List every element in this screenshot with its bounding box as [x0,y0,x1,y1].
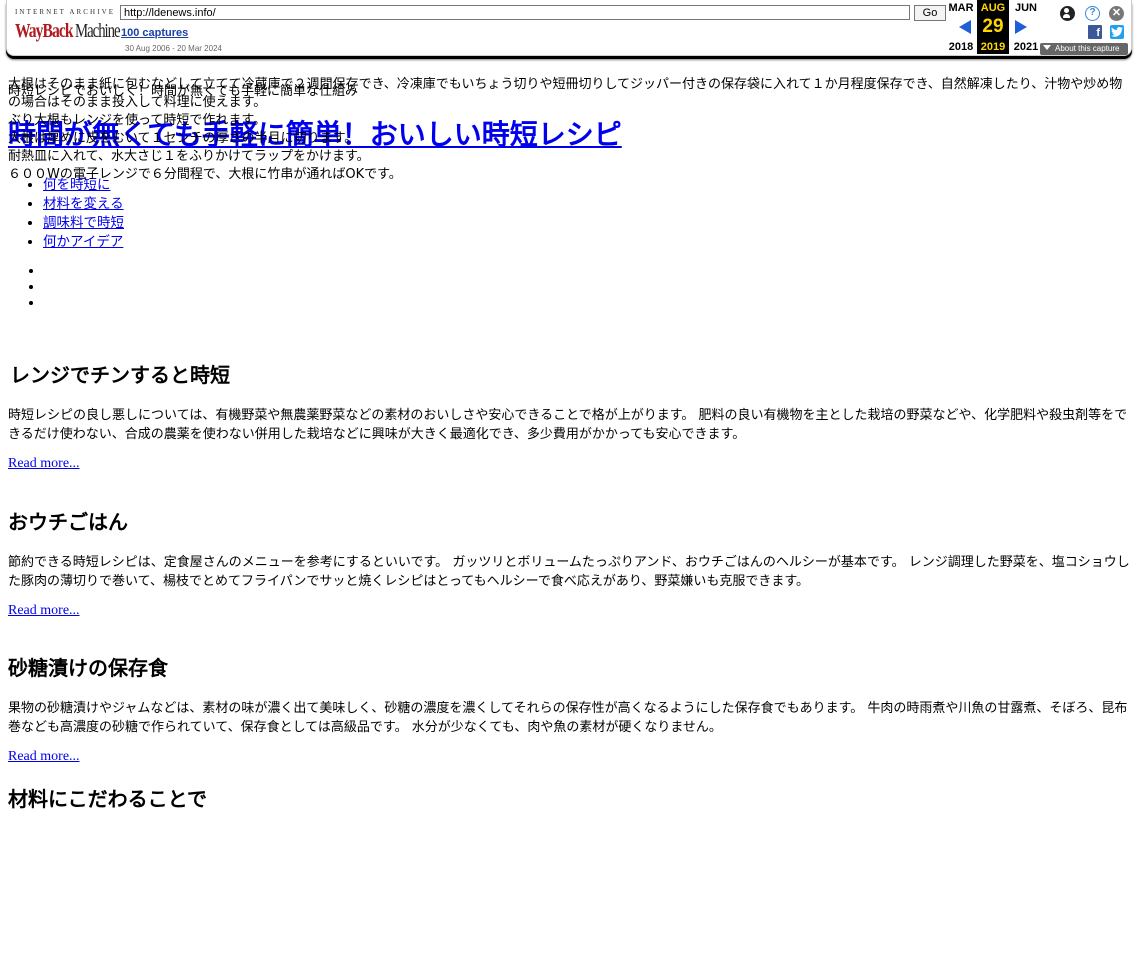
current-month: AUG [980,2,1006,14]
article-line: 大根はそのまま紙に包むなどして立てて冷蔵庫で２週間保存でき、冷凍庫でもいちょう切… [8,77,1123,110]
twitter-icon[interactable] [1110,25,1124,39]
nav-item: 材料を変える [43,195,124,214]
article-line: 耐熱皿に入れて、水大さじ１をふりかけてラップをかけます。 [8,149,370,164]
nav-link-seasoning[interactable]: 調味料で時短 [43,215,124,231]
main-nav: 何を時短に 材料を変える 調味料で時短 何かアイデア [8,176,124,252]
logo-wayback-machine: WayBack Machine [15,20,121,44]
about-capture-dropdown[interactable]: About this capture [1040,43,1128,55]
wayback-toolbar: INTERNET ARCHIVE WayBackMachine Go 100 c… [6,0,1132,56]
article-body: 時短レシピの良し悪しについては、有機野菜や無農薬野菜などの素材のおいしさや安心で… [8,408,1128,442]
read-more-link[interactable]: Read more... [8,749,80,765]
article: 砂糖漬けの保存食 果物の砂糖漬けやジャムなどは、素材の味が濃く出て美味しく、砂糖… [8,655,1133,765]
twitter-bird-icon [1111,27,1123,37]
next-capture-arrow-icon[interactable] [1015,20,1027,34]
article-line: ６００Wの電子レンジで６分間程で、大根に竹串が通ればOKです。 [8,167,402,182]
article-body: 果物の砂糖漬けやジャムなどは、素材の味が濃く出て美味しく、砂糖の濃度を濃くしてそ… [8,701,1128,735]
wayback-logo[interactable]: INTERNET ARCHIVE WayBack Machine [15,8,121,48]
current-year: 2019 [980,41,1006,53]
next-month: JUN [1014,2,1037,14]
capture-range: 30 Aug 2006 - 20 Mar 2024 [125,44,222,53]
article: 材料にこだわることで [8,786,1133,812]
facebook-icon[interactable]: f [1088,25,1102,39]
calendar-current-capture: AUG 29 2019 [977,0,1009,54]
close-icon[interactable]: ✕ [1109,6,1124,21]
article-title: レンジでチンすると時短 [10,363,230,387]
prev-capture-arrow-icon[interactable] [959,20,971,34]
go-button[interactable]: Go [914,5,946,21]
next-year: 2021 [1013,41,1039,53]
prev-month: MAR [948,2,974,14]
article-line: 大根は厚めに皮をむいて１センチの厚さの半月に切ります。 [8,131,358,146]
read-more-link[interactable]: Read more... [8,603,80,619]
nav-link-change-ingredients[interactable]: 材料を変える [43,196,124,212]
article-title: おウチごはん [8,510,128,534]
article-title: 材料にこだわることで [8,787,207,811]
logo-internet-archive: INTERNET ARCHIVE [15,8,116,16]
article: レンジでチンすると時短 時短レシピの良し悪しについては、有機野菜や無農薬野菜など… [8,362,1133,472]
user-account-icon[interactable] [1060,6,1075,21]
article-body: 大根はそのまま紙に包むなどして立てて冷蔵庫で２週間保存でき、冷凍庫でもいちょう切… [8,76,1133,184]
captures-link[interactable]: 100 captures [121,27,188,39]
prev-year: 2018 [948,41,974,53]
empty-list [8,263,43,311]
read-more-link[interactable]: Read more... [8,456,80,472]
logo-machine: Machine [74,20,121,42]
help-icon[interactable]: ? [1085,6,1100,21]
nav-item: 何かアイデア [43,233,124,252]
article-body: 節約できる時短レシピは、定食屋さんのメニューを参考にするといいです。 ガッツリと… [8,555,1130,589]
article-title: 砂糖漬けの保存食 [8,656,168,680]
article: おウチごはん 節約できる時短レシピは、定食屋さんのメニューを参考にするといいです… [8,509,1133,619]
url-input[interactable] [120,5,910,20]
current-day: 29 [982,16,1004,37]
nav-item: 調味料で時短 [43,214,124,233]
nav-link-ideas[interactable]: 何かアイデア [43,234,123,250]
article-line: ぶり大根もレンジを使って時短で作れます。 [8,113,267,128]
logo-wayback: WayBack [15,20,74,42]
